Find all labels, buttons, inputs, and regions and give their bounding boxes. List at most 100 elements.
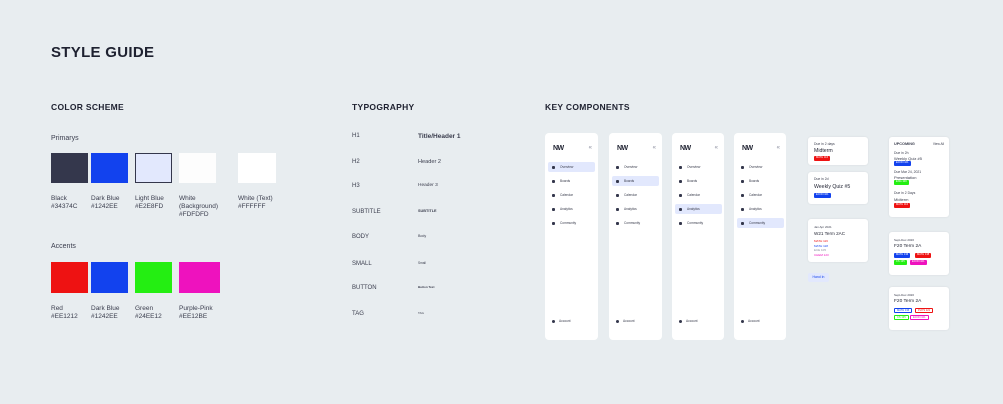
color-swatch — [179, 153, 216, 183]
sidebar-item-boards[interactable]: Boards — [612, 176, 659, 186]
sidebar-item-community[interactable]: Community — [612, 218, 659, 228]
swatch-hex: #1242EE — [91, 313, 118, 320]
typo-sample: Header 2 — [418, 159, 442, 165]
term-event-card[interactable]: Jan Apr 2021 W21 Term 2AC MATH 116 MATH … — [808, 219, 868, 262]
analytics-icon — [679, 207, 682, 211]
sidebar-item-community[interactable]: Community — [548, 218, 595, 228]
account-icon — [679, 319, 682, 323]
course-tag: MATH 136 — [894, 253, 911, 258]
sidebar-item-community[interactable]: Community — [737, 218, 784, 228]
sidebar-item-label: Analytics — [624, 207, 637, 211]
term-title: F20 Term 2A — [894, 299, 922, 304]
hand-in-button[interactable]: Hand In — [808, 273, 829, 282]
course-tag: PHYS 121 — [915, 308, 934, 313]
swatch-hex: #24EE12 — [135, 313, 162, 320]
typo-sample: TAG — [418, 311, 424, 315]
sidebar-item-label: Community — [687, 221, 704, 225]
course-tag: CS 135 — [894, 315, 909, 320]
sidebar-item-calendar[interactable]: Calendar — [675, 190, 722, 200]
deadline-card[interactable]: Due in 2 days Midterm MATH 116 — [808, 137, 868, 165]
sidebar-item-label: Community — [749, 221, 766, 225]
sidebar-item-analytics[interactable]: Analytics — [675, 204, 722, 214]
collapse-icon[interactable]: « — [589, 145, 592, 151]
sidebar-item-analytics[interactable]: Analytics — [548, 204, 595, 214]
sidebar-item-overview[interactable]: Overview — [548, 162, 595, 172]
primary-label: Primarys — [51, 135, 79, 142]
event-item: ECE 105 — [814, 248, 827, 252]
sidebar-item-overview[interactable]: Overview — [612, 162, 659, 172]
sidebar-item-label: Calendar — [624, 193, 637, 197]
typo-label: BODY — [352, 234, 370, 240]
due-text: Due in 2 days — [814, 142, 835, 146]
course-tag: MATH 138 — [915, 253, 932, 258]
course-tag: MATH 116 — [814, 156, 831, 161]
swatch-name: White (Background) — [179, 195, 219, 210]
swatch-name: Light Blue — [135, 195, 164, 202]
sidebar-item-label: Account — [748, 319, 760, 323]
components-heading: KEY COMPONENTS — [545, 102, 630, 112]
typo-sample: Body — [418, 234, 427, 238]
course-tag: ECON 101 — [910, 260, 927, 265]
overview-icon — [741, 165, 744, 169]
page-title: STYLE GUIDE — [51, 44, 155, 61]
sidebar-item-overview[interactable]: Overview — [675, 162, 722, 172]
sidebar-item-account[interactable]: Account — [552, 319, 571, 323]
sidebar-item-label: Boards — [749, 179, 760, 183]
swatch-name: Dark Blue — [91, 195, 120, 202]
sidebar-item-analytics[interactable]: Analytics — [737, 204, 784, 214]
swatch-hex: #E2E8FD — [135, 203, 164, 210]
due-text: Due in 2 Days — [894, 191, 916, 195]
upcoming-card: UPCOMING View All Due in 2h Weekly Quiz … — [889, 137, 949, 217]
term-card[interactable]: Sept-Dec 2020 F20 Term 2A MATH 136 MATH … — [889, 232, 949, 275]
sidebar-nav-card: NW « Overview Boards Calendar Analytics Commun… — [545, 133, 598, 340]
sidebar-nav-card: NW « Overview Boards Calendar Analytics Commun… — [609, 133, 662, 340]
app-logo: NW — [680, 145, 691, 152]
swatch-name: White (Text) — [238, 195, 273, 202]
deadline-card[interactable]: Due in 2d Weekly Quiz #5 ECON 101 — [808, 172, 868, 204]
sidebar-item-calendar[interactable]: Calendar — [737, 190, 784, 200]
analytics-icon — [741, 207, 744, 211]
course-tag: MATH 136 — [894, 308, 913, 313]
overview-icon — [679, 165, 682, 169]
color-swatch — [179, 262, 220, 293]
app-logo: NW — [742, 145, 753, 152]
sidebar-item-label: Calendar — [687, 193, 700, 197]
sidebar-item-boards[interactable]: Boards — [675, 176, 722, 186]
sidebar-item-calendar[interactable]: Calendar — [548, 190, 595, 200]
color-swatch — [135, 262, 172, 293]
term-card[interactable]: Sept-Dec 2020 F20 Term 2A MATH 136 PHYS … — [889, 287, 949, 330]
term-date: Sept-Dec 2020 — [894, 238, 915, 242]
sidebar-item-label: Overview — [687, 165, 701, 169]
event-item: MATH 116 — [814, 239, 828, 243]
swatch-hex: #1242EE — [91, 203, 118, 210]
overview-icon — [616, 165, 619, 169]
boards-icon — [616, 179, 619, 183]
sidebar-item-boards[interactable]: Boards — [737, 176, 784, 186]
sidebar-item-calendar[interactable]: Calendar — [612, 190, 659, 200]
sidebar-item-label: Account — [686, 319, 698, 323]
due-text: Due in 2h — [894, 151, 909, 155]
sidebar-item-community[interactable]: Community — [675, 218, 722, 228]
sidebar-item-boards[interactable]: Boards — [548, 176, 595, 186]
boards-icon — [679, 179, 682, 183]
color-swatch — [91, 153, 128, 183]
sidebar-item-account[interactable]: Account — [679, 319, 698, 323]
overview-icon — [552, 165, 555, 169]
collapse-icon[interactable]: « — [715, 145, 718, 151]
card-title: Weekly Quiz #5 — [814, 184, 851, 190]
sidebar-item-account[interactable]: Account — [616, 319, 635, 323]
sidebar-item-overview[interactable]: Overview — [737, 162, 784, 172]
sidebar-nav-card: NW « Overview Boards Calendar Analytics Commun… — [734, 133, 786, 340]
sidebar-item-analytics[interactable]: Analytics — [612, 204, 659, 214]
sidebar-item-account[interactable]: Account — [741, 319, 760, 323]
sidebar-item-label: Calendar — [749, 193, 762, 197]
sidebar-item-label: Analytics — [749, 207, 762, 211]
collapse-icon[interactable]: « — [653, 145, 656, 151]
collapse-icon[interactable]: « — [777, 145, 780, 151]
course-tag: CS 135 — [894, 260, 907, 265]
view-all-link[interactable]: View All — [933, 142, 944, 146]
account-icon — [552, 319, 555, 323]
typo-sample: Title/Header 1 — [418, 133, 461, 140]
community-icon — [741, 221, 744, 225]
color-swatch — [51, 262, 88, 293]
